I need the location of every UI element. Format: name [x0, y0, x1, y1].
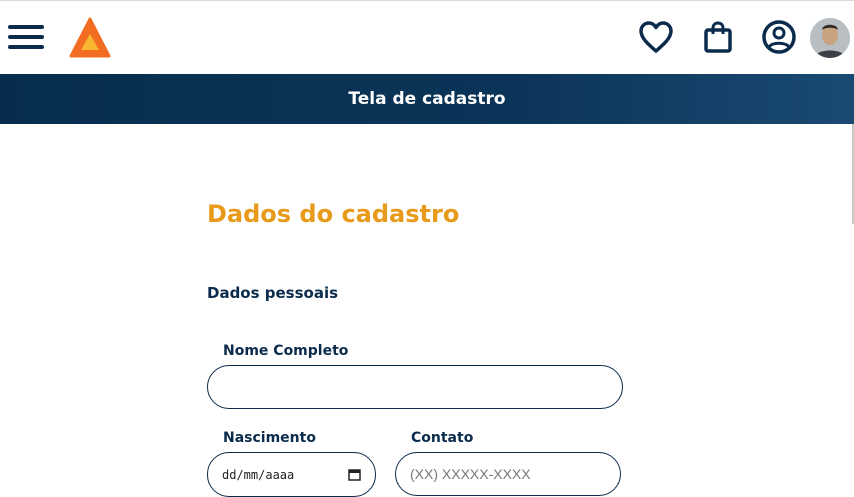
calendar-icon[interactable] [348, 468, 361, 484]
top-header [0, 0, 854, 74]
user-circle-icon[interactable] [759, 17, 799, 57]
banner-title: Tela de cadastro [348, 89, 506, 109]
full-name-input[interactable] [222, 366, 622, 408]
full-name-label: Nome Completo [223, 343, 349, 359]
hamburger-menu-icon[interactable] [8, 23, 44, 51]
shopping-bag-icon[interactable] [698, 17, 738, 57]
profile-photo[interactable] [810, 18, 850, 58]
contact-field[interactable] [395, 452, 621, 496]
birth-label: Nascimento [223, 430, 316, 446]
contact-label: Contato [411, 430, 474, 446]
birth-date-value: dd/mm/aaaa [222, 467, 295, 482]
heart-icon[interactable] [636, 17, 676, 57]
birth-date-field[interactable]: dd/mm/aaaa [207, 452, 376, 497]
section-heading: Dados pessoais [207, 284, 339, 302]
contact-input[interactable] [410, 453, 620, 495]
full-name-field[interactable] [207, 365, 623, 409]
page-banner: Tela de cadastro [0, 74, 854, 124]
form-title: Dados do cadastro [207, 200, 460, 228]
triangle-logo-icon[interactable] [68, 16, 112, 60]
